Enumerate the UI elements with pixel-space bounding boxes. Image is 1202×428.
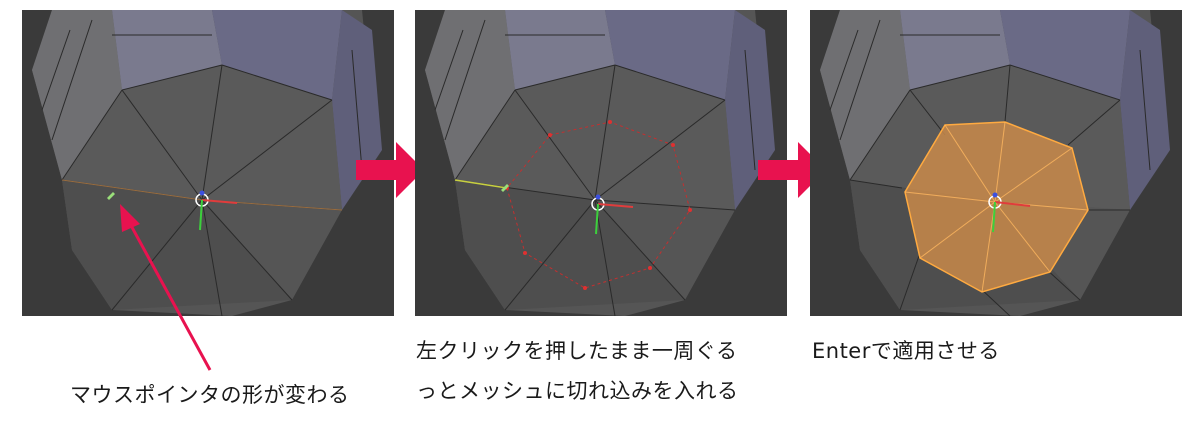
caption-step-1: マウスポインタの形が変わる bbox=[70, 383, 350, 407]
viewport-step-2[interactable] bbox=[415, 10, 787, 316]
caption-step-2-line-2: っとメッシュに切れ込みを入れる bbox=[416, 379, 739, 403]
caption-step-2-line-1: 左クリックを押したまま一周ぐる bbox=[416, 339, 738, 363]
pointer-arrow bbox=[120, 204, 212, 371]
right-arrow-icon bbox=[356, 142, 424, 198]
viewport-step-3[interactable] bbox=[810, 10, 1182, 316]
caption-step-3: Enterで適用させる bbox=[812, 339, 1000, 363]
